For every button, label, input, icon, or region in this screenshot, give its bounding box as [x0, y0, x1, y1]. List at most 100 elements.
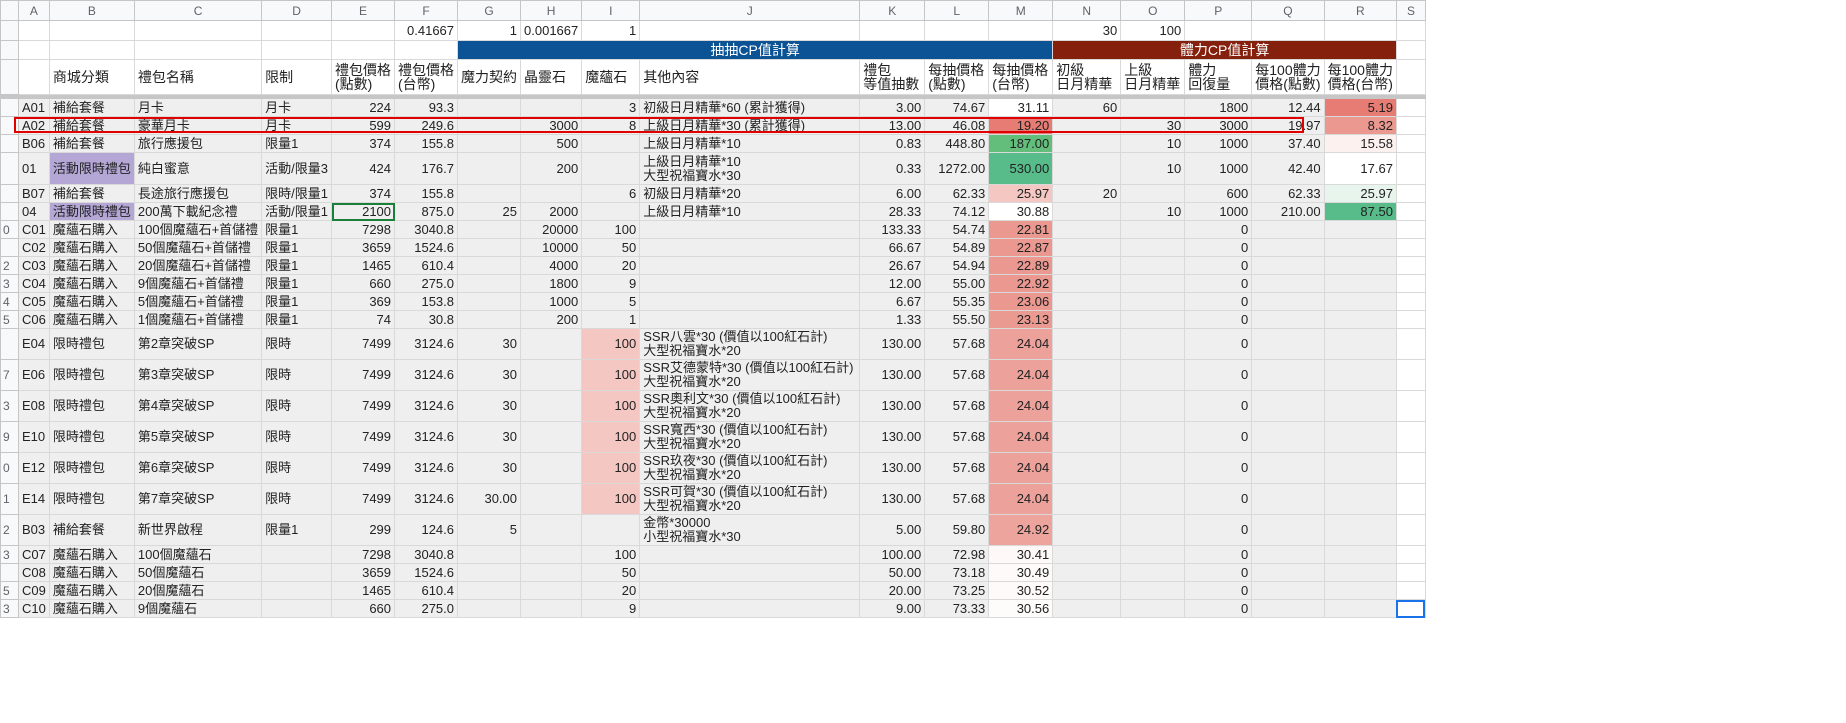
cell[interactable] — [1120, 359, 1186, 391]
cell[interactable]: B07 — [18, 184, 50, 203]
row-number[interactable] — [0, 328, 19, 360]
cell[interactable]: 275.0 — [394, 599, 459, 618]
cell[interactable] — [457, 256, 522, 275]
cell[interactable]: 1 — [581, 20, 641, 41]
row-number[interactable]: 2 — [0, 256, 19, 275]
cell[interactable] — [1395, 514, 1426, 546]
cell[interactable]: 374 — [331, 134, 396, 153]
cell[interactable] — [1120, 581, 1186, 600]
cell[interactable] — [520, 390, 583, 422]
cell[interactable]: 補給套餐 — [48, 98, 135, 117]
cell[interactable]: 57.68 — [924, 483, 990, 515]
cell[interactable]: 魔蘊石購入 — [48, 238, 135, 257]
column-header[interactable]: E — [331, 0, 396, 21]
cell[interactable]: SSR艾德蒙特*30 (價值以100紅石計) 大型祝福寶水*20 — [639, 359, 861, 391]
column-header[interactable]: N — [1052, 0, 1122, 21]
cell[interactable]: 補給套餐 — [48, 184, 135, 203]
cell[interactable]: 153.8 — [394, 292, 459, 311]
cell[interactable]: 20000 — [520, 220, 583, 239]
cell[interactable] — [1323, 581, 1397, 600]
cell[interactable] — [1323, 256, 1397, 275]
cell[interactable]: SSR奧利文*30 (價值以100紅石計) 大型祝福寶水*20 — [639, 390, 861, 422]
cell[interactable]: 31.11 — [988, 98, 1054, 117]
cell[interactable]: SSR寬西*30 (價值以100紅石計) 大型祝福寶水*20 — [639, 421, 861, 453]
cell[interactable]: 200萬下載紀念禮 — [133, 202, 263, 221]
cell[interactable] — [1395, 238, 1426, 257]
cell[interactable]: 24.04 — [988, 359, 1054, 391]
cell[interactable]: 74.67 — [924, 98, 990, 117]
cell[interactable]: 62.33 — [1251, 184, 1325, 203]
cell[interactable] — [1052, 514, 1122, 546]
cell[interactable]: 上級日月精華*30 (累計獲得) — [639, 116, 861, 135]
cell[interactable] — [1052, 310, 1122, 329]
cell[interactable]: 6.00 — [859, 184, 926, 203]
cell[interactable]: 0 — [1184, 292, 1253, 311]
cell[interactable] — [1052, 563, 1122, 582]
cell[interactable] — [1120, 256, 1186, 275]
cell[interactable] — [639, 545, 861, 564]
cell[interactable]: 上級日月精華*10 大型祝福寶水*30 — [639, 152, 861, 185]
cell[interactable]: 0.33 — [859, 152, 926, 185]
cell[interactable]: 50個魔蘊石 — [133, 563, 263, 582]
cell[interactable]: 50 — [581, 563, 641, 582]
cell[interactable]: 74 — [331, 310, 396, 329]
row-number[interactable] — [0, 59, 19, 95]
cell[interactable]: 04 — [18, 202, 50, 221]
row-number[interactable]: 5 — [0, 581, 19, 600]
cell[interactable]: C08 — [18, 563, 50, 582]
row-number[interactable] — [0, 184, 19, 203]
cell[interactable] — [1052, 328, 1122, 360]
cell[interactable] — [1395, 116, 1426, 135]
cell[interactable] — [261, 20, 333, 41]
cell[interactable]: 1465 — [331, 581, 396, 600]
cell[interactable] — [457, 152, 522, 185]
cell[interactable]: 新世界啟程 — [133, 514, 263, 546]
cell[interactable]: 7499 — [331, 421, 396, 453]
cell[interactable]: 100個魔蘊石+首儲禮 — [133, 220, 263, 239]
cell[interactable]: E12 — [18, 452, 50, 484]
cell[interactable]: 55.00 — [924, 274, 990, 293]
row-number[interactable]: 3 — [0, 390, 19, 422]
cell[interactable] — [1120, 390, 1186, 422]
cell[interactable]: 魔蘊石購入 — [48, 274, 135, 293]
cell[interactable] — [520, 483, 583, 515]
cell[interactable] — [1395, 256, 1426, 275]
cell[interactable]: 20個魔蘊石 — [133, 581, 263, 600]
column-title[interactable]: 晶靈石 — [520, 59, 583, 95]
column-title[interactable] — [18, 59, 50, 95]
column-header[interactable]: R — [1323, 0, 1397, 21]
cell[interactable] — [1052, 134, 1122, 153]
cell[interactable] — [520, 184, 583, 203]
cell[interactable]: 0 — [1184, 545, 1253, 564]
cell[interactable]: 660 — [331, 274, 396, 293]
cell[interactable] — [457, 116, 522, 135]
cell[interactable]: A02 — [18, 116, 50, 135]
cell[interactable]: 100 — [581, 483, 641, 515]
cell[interactable]: 210.00 — [1251, 202, 1325, 221]
cell[interactable]: 限時 — [261, 328, 333, 360]
cell[interactable] — [457, 545, 522, 564]
cell[interactable] — [581, 152, 641, 185]
cell[interactable]: 55.50 — [924, 310, 990, 329]
cell[interactable]: 23.06 — [988, 292, 1054, 311]
cell[interactable]: 限時禮包 — [48, 390, 135, 422]
cell[interactable]: 魔蘊石購入 — [48, 256, 135, 275]
cell[interactable]: 26.67 — [859, 256, 926, 275]
cell[interactable]: 8 — [581, 116, 641, 135]
cell[interactable]: 1800 — [520, 274, 583, 293]
cell[interactable] — [1251, 599, 1325, 618]
cell[interactable] — [1395, 421, 1426, 453]
cell[interactable]: E06 — [18, 359, 50, 391]
cell[interactable] — [1251, 238, 1325, 257]
cell[interactable] — [1120, 563, 1186, 582]
cell[interactable] — [1052, 238, 1122, 257]
cell[interactable]: 100 — [1120, 20, 1186, 41]
row-number[interactable] — [0, 563, 19, 582]
cell[interactable]: 純白蜜意 — [133, 152, 263, 185]
cell[interactable]: 補給套餐 — [48, 514, 135, 546]
cell[interactable]: 374 — [331, 184, 396, 203]
cell[interactable] — [261, 40, 333, 60]
cell[interactable] — [457, 274, 522, 293]
cell[interactable]: 54.89 — [924, 238, 990, 257]
cell[interactable]: 100 — [581, 421, 641, 453]
